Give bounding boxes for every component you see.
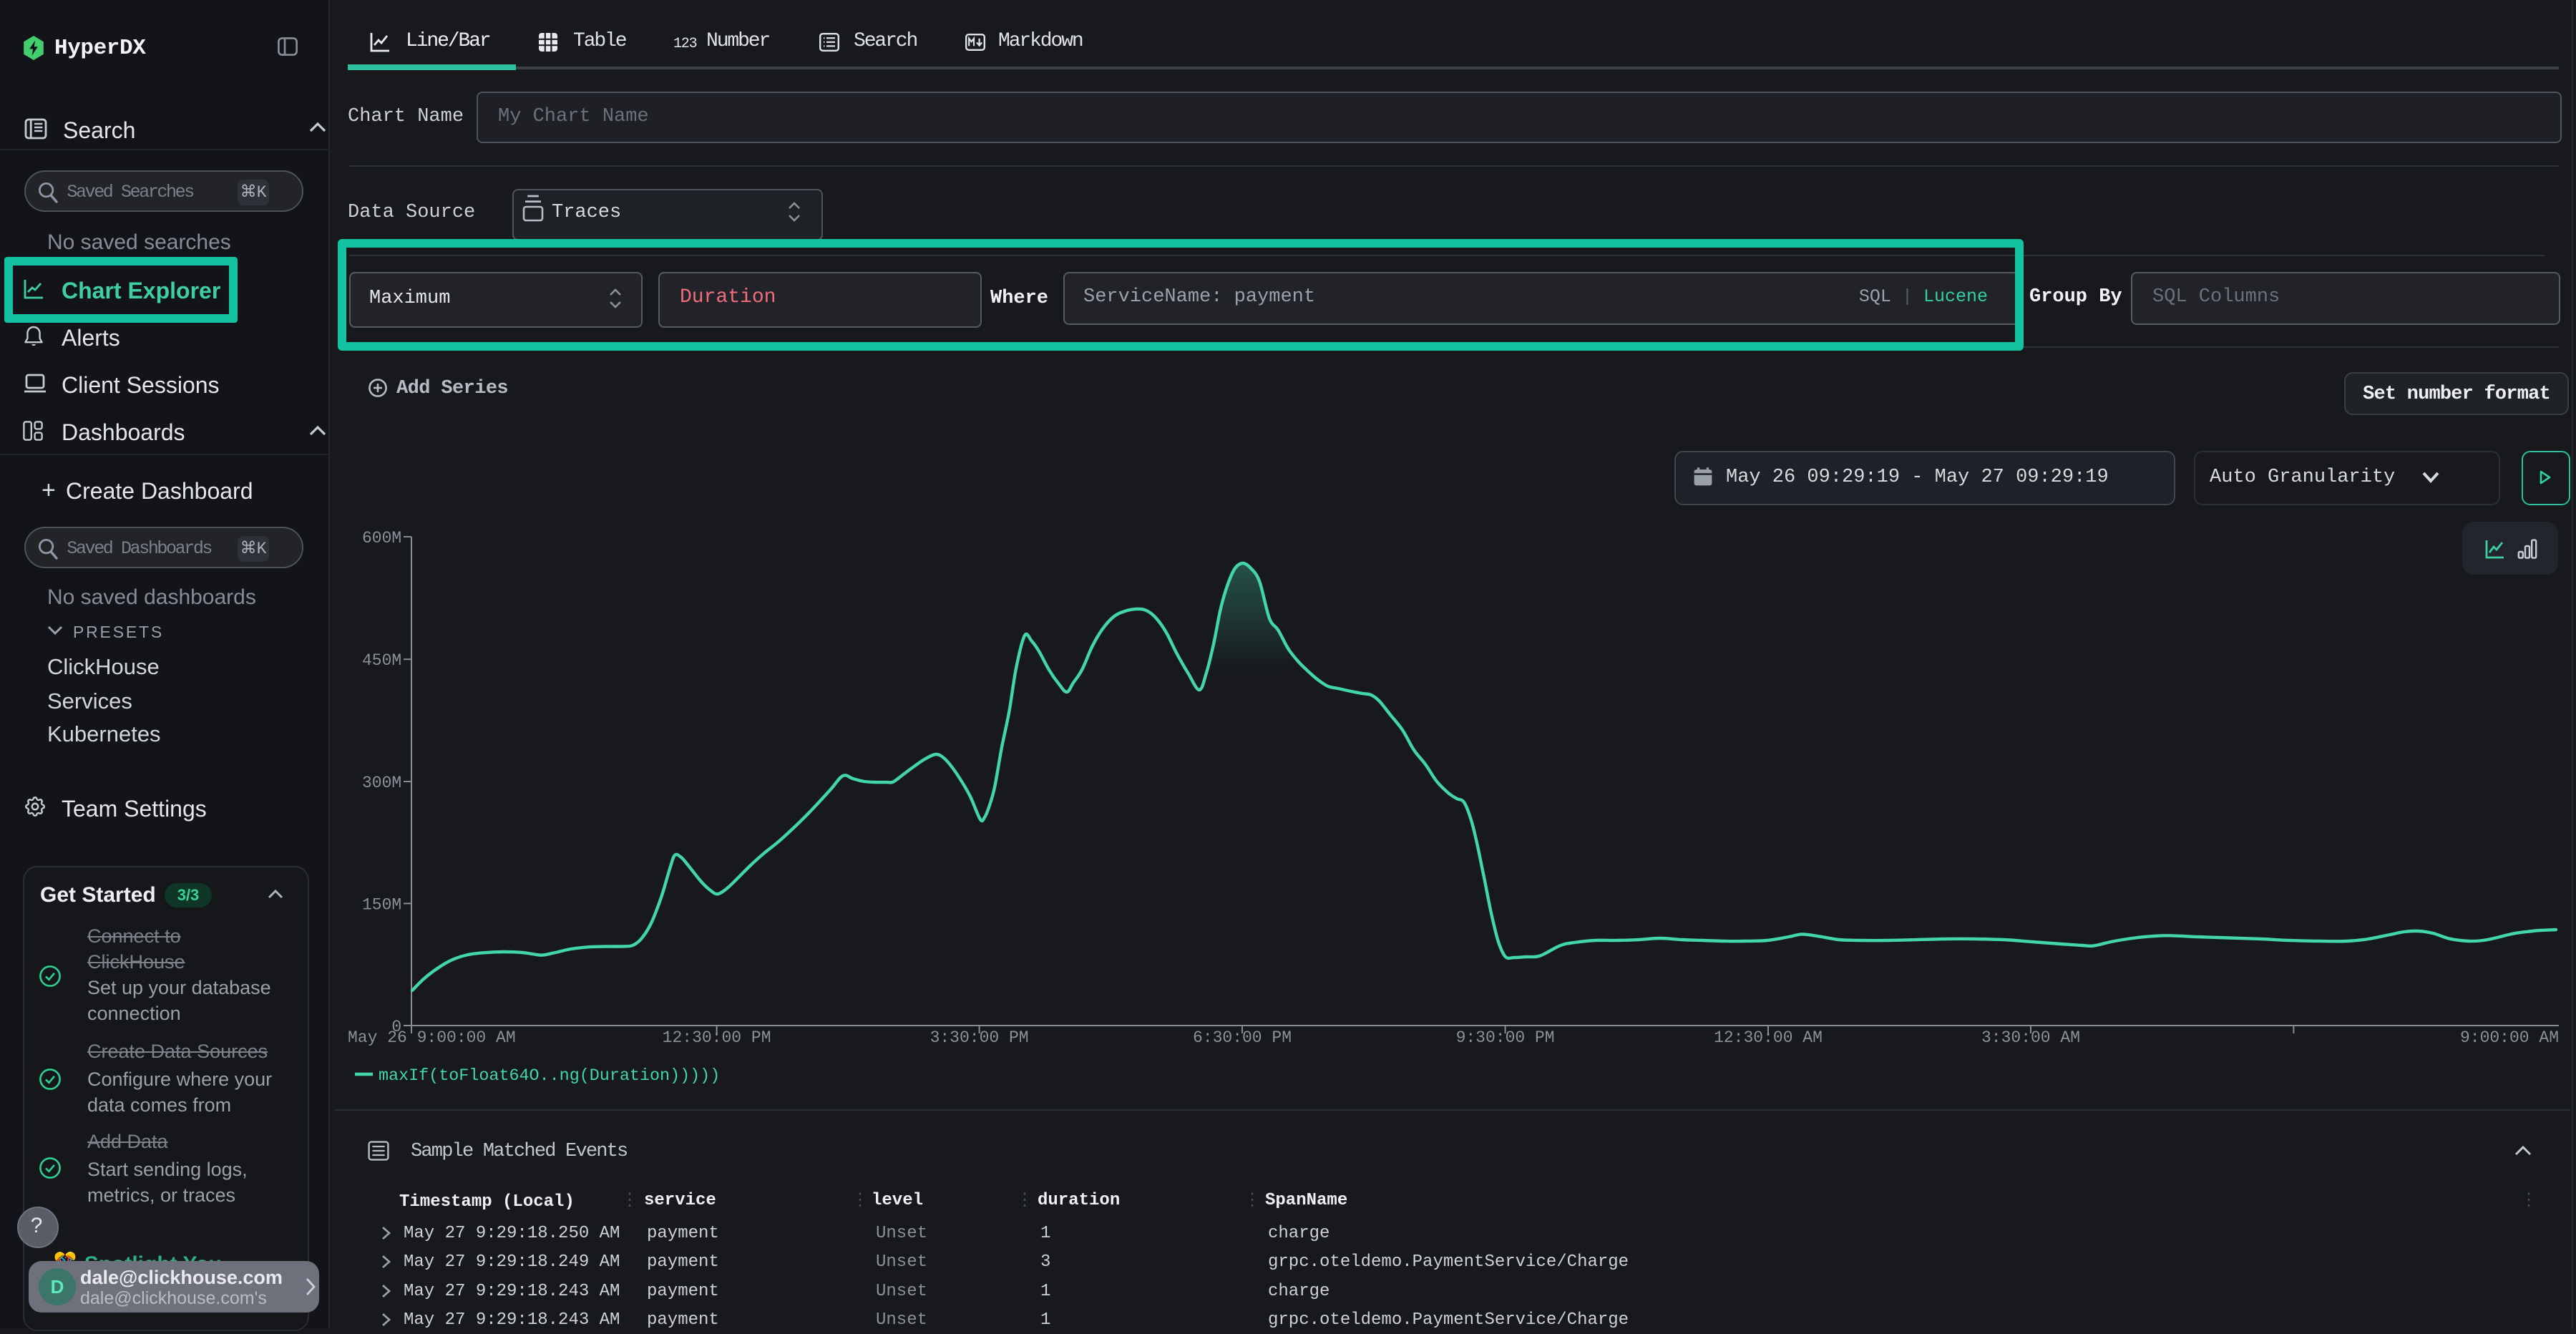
svg-text:12:30:00 PM: 12:30:00 PM <box>663 1028 771 1047</box>
svg-text:maxIf(toFloat64O..ng(Duration): maxIf(toFloat64O..ng(Duration))))) <box>379 1067 720 1086</box>
svg-text:6:30:00 PM: 6:30:00 PM <box>1193 1028 1292 1047</box>
svg-text:May 26 9:00:00 AM: May 26 9:00:00 AM <box>348 1028 516 1047</box>
svg-text:9:00:00 AM: 9:00:00 AM <box>2460 1028 2559 1047</box>
svg-text:300M: 300M <box>362 774 401 792</box>
svg-text:9:30:00 PM: 9:30:00 PM <box>1456 1028 1555 1047</box>
svg-text:3:30:00 AM: 3:30:00 AM <box>1981 1028 2080 1047</box>
svg-text:12:30:00 AM: 12:30:00 AM <box>1714 1028 1823 1047</box>
svg-text:150M: 150M <box>362 895 401 914</box>
svg-text:3:30:00 PM: 3:30:00 PM <box>930 1028 1029 1047</box>
svg-text:600M: 600M <box>362 529 401 547</box>
svg-text:450M: 450M <box>362 651 401 670</box>
